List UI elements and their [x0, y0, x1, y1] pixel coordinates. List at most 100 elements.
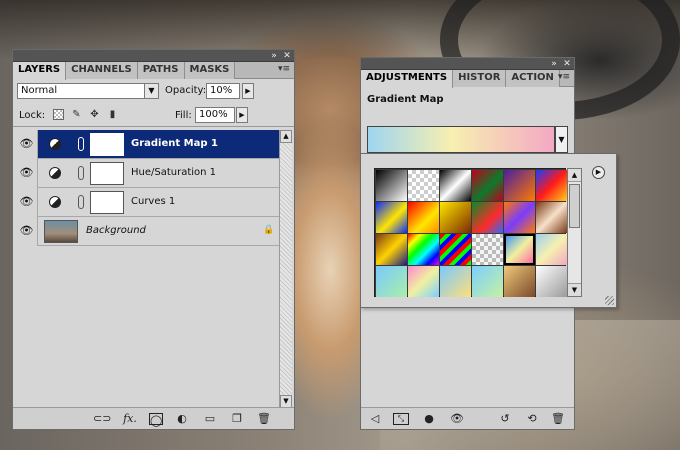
layer-row[interactable]: 👁 Background 🔒 — [14, 217, 281, 246]
gradient-swatch[interactable] — [504, 234, 535, 265]
lock-image-icon[interactable]: ✎ — [71, 109, 82, 120]
collapse-icon[interactable]: » — [268, 50, 280, 62]
chevron-down-icon[interactable]: ▼ — [555, 126, 568, 153]
fill-field[interactable]: 100% — [195, 107, 235, 123]
fill-slider-button[interactable]: ▶ — [236, 107, 248, 123]
visibility-cell[interactable]: 👁 — [14, 188, 38, 217]
eye-icon[interactable]: 👁 — [19, 196, 34, 208]
gradient-swatch[interactable] — [376, 234, 407, 265]
delete-adjustment-icon[interactable]: 🗑 — [551, 412, 565, 426]
lock-transparency-icon[interactable] — [53, 109, 64, 120]
gradient-swatch[interactable] — [472, 234, 503, 265]
layer-mask-thumbnail[interactable] — [90, 133, 124, 156]
adjustment-layer-icon — [49, 138, 61, 150]
new-group-icon[interactable]: ▭ — [203, 412, 217, 426]
new-adjustment-icon[interactable]: ◐ — [175, 412, 189, 426]
lock-label: Lock: — [19, 110, 46, 121]
gradient-swatch[interactable] — [376, 170, 407, 201]
gradient-swatch[interactable] — [376, 202, 407, 233]
layer-name: Hue/Saturation 1 — [131, 167, 217, 178]
gradient-swatch[interactable] — [376, 266, 407, 297]
delete-layer-icon[interactable]: 🗑 — [257, 412, 271, 426]
eye-icon[interactable]: 👁 — [19, 167, 34, 179]
visibility-cell[interactable]: 👁 — [14, 217, 38, 246]
link-icon[interactable] — [78, 166, 84, 180]
tab-paths[interactable]: PATHS — [137, 62, 185, 79]
gradient-swatch[interactable] — [504, 170, 535, 201]
scroll-down-icon[interactable]: ▼ — [568, 283, 581, 296]
return-to-list-icon[interactable]: ◁ — [367, 412, 383, 426]
gradient-swatch[interactable] — [504, 266, 535, 297]
tab-masks[interactable]: MASKS — [184, 62, 236, 79]
tab-adjustments[interactable]: ADJUSTMENTS — [361, 70, 454, 88]
gradient-swatch[interactable] — [408, 170, 439, 201]
scroll-thumb[interactable] — [569, 184, 580, 228]
eye-icon[interactable]: 👁 — [19, 225, 34, 237]
gradient-swatch[interactable] — [440, 266, 471, 297]
gradient-swatch[interactable] — [472, 266, 503, 297]
expand-view-icon[interactable]: ⤡ — [393, 413, 409, 425]
scroll-up-icon[interactable]: ▲ — [568, 169, 581, 182]
layers-panel: » ✕ LAYERS CHANNELS PATHS MASKS ▾≡ Norma… — [12, 49, 295, 430]
reset-icon[interactable]: ⟲ — [525, 412, 539, 426]
link-icon[interactable] — [78, 195, 84, 209]
panel-menu-icon[interactable]: ▾≡ — [558, 72, 570, 82]
gradient-swatch[interactable] — [408, 266, 439, 297]
add-mask-icon[interactable]: ◯ — [149, 413, 163, 427]
gradient-swatch[interactable] — [504, 202, 535, 233]
link-layers-icon[interactable]: ⊂⊃ — [93, 412, 111, 426]
picker-scrollbar[interactable]: ▲ ▼ — [567, 168, 582, 297]
chevron-down-icon[interactable]: ▼ — [144, 84, 158, 98]
layer-row[interactable]: 👁 Curves 1 — [14, 188, 281, 217]
gradient-swatch[interactable] — [440, 170, 471, 201]
layer-mask-thumbnail[interactable] — [90, 162, 124, 185]
adjustment-layer-icon — [49, 196, 61, 208]
view-previous-icon[interactable]: ↺ — [497, 412, 513, 426]
layers-scrollbar[interactable]: ▲ ▼ — [279, 130, 292, 408]
gradient-swatch[interactable] — [408, 202, 439, 233]
layer-mask-thumbnail[interactable] — [90, 191, 124, 214]
clip-to-layer-icon[interactable]: ● — [423, 412, 435, 426]
adjustments-tab-bar: ADJUSTMENTS HISTOR ACTION ▾≡ — [361, 70, 574, 88]
close-icon[interactable]: ✕ — [281, 50, 293, 62]
tab-layers[interactable]: LAYERS — [13, 62, 67, 80]
link-icon[interactable] — [78, 137, 84, 151]
gradient-preview[interactable] — [367, 126, 555, 153]
gradient-swatch[interactable] — [536, 170, 567, 201]
lock-icon: 🔒 — [263, 225, 275, 235]
picker-menu-icon[interactable]: ▶ — [592, 166, 605, 179]
lock-all-icon[interactable]: ▮ — [107, 109, 118, 120]
scroll-up-icon[interactable]: ▲ — [280, 130, 292, 143]
panel-menu-icon[interactable]: ▾≡ — [278, 64, 290, 74]
collapse-icon[interactable]: » — [548, 58, 560, 70]
gradient-swatch[interactable] — [408, 234, 439, 265]
adjustment-layer-icon — [49, 167, 61, 179]
eye-icon[interactable]: 👁 — [19, 138, 34, 150]
tab-actions[interactable]: ACTION — [506, 70, 560, 87]
gradient-swatch[interactable] — [536, 202, 567, 233]
blend-mode-select[interactable]: Normal ▼ — [17, 83, 159, 99]
panel-titlebar[interactable]: » ✕ — [361, 58, 574, 70]
layer-row[interactable]: 👁 Hue/Saturation 1 — [14, 159, 281, 188]
gradient-swatch[interactable] — [472, 202, 503, 233]
visibility-cell[interactable]: 👁 — [14, 130, 38, 159]
gradient-swatch[interactable] — [440, 202, 471, 233]
close-icon[interactable]: ✕ — [561, 58, 573, 70]
opacity-slider-button[interactable]: ▶ — [242, 83, 254, 99]
gradient-swatch[interactable] — [536, 266, 567, 297]
gradient-swatch-grid — [374, 168, 567, 297]
opacity-field[interactable]: 10% — [206, 83, 240, 99]
gradient-swatch[interactable] — [440, 234, 471, 265]
tab-history[interactable]: HISTOR — [453, 70, 507, 87]
lock-position-icon[interactable]: ✥ — [89, 109, 100, 120]
toggle-visibility-icon[interactable]: 👁 — [449, 412, 465, 426]
fx-icon[interactable]: fx. — [121, 412, 139, 426]
layer-row[interactable]: 👁 Gradient Map 1 — [14, 130, 281, 159]
resize-grip-icon[interactable] — [605, 296, 614, 305]
gradient-swatch[interactable] — [472, 170, 503, 201]
new-layer-icon[interactable]: ❐ — [230, 412, 244, 426]
visibility-cell[interactable]: 👁 — [14, 159, 38, 188]
gradient-swatch[interactable] — [536, 234, 567, 265]
tab-channels[interactable]: CHANNELS — [66, 62, 138, 79]
panel-titlebar[interactable]: » ✕ — [13, 50, 294, 62]
